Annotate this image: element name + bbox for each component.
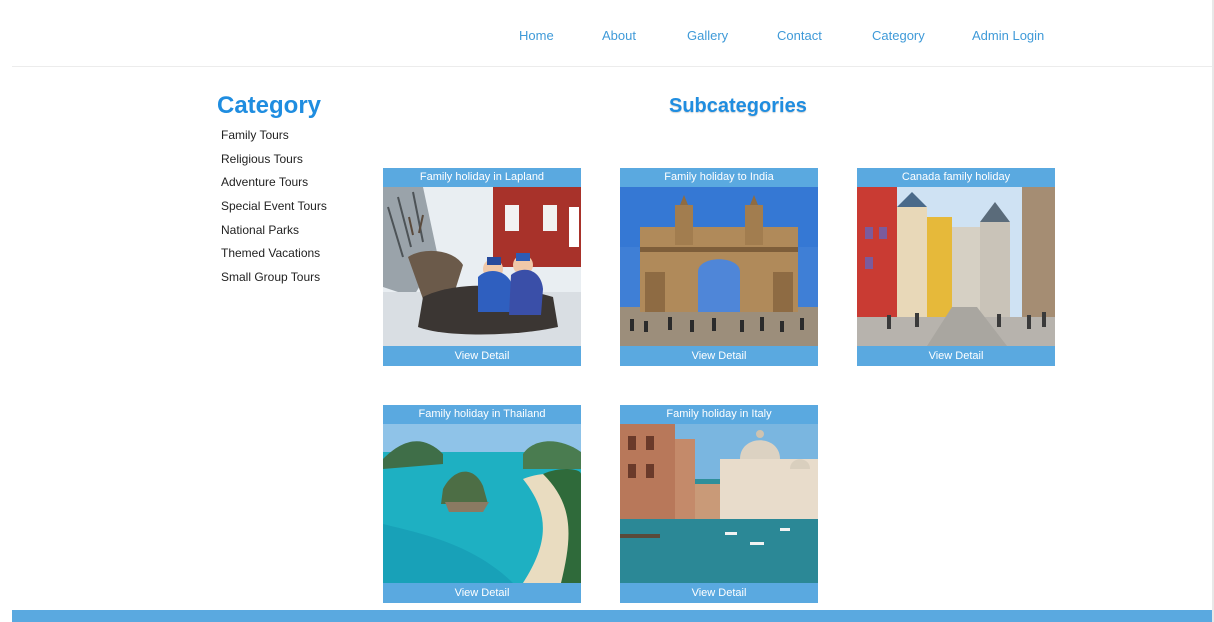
view-detail-button[interactable]: View Detail	[620, 583, 818, 603]
category-item-special-event-tours[interactable]: Special Event Tours	[221, 198, 327, 222]
category-item-adventure-tours[interactable]: Adventure Tours	[221, 174, 327, 198]
subcategory-card: Family holiday in Thailand View Detail	[383, 405, 581, 603]
nav-admin-login-link[interactable]: Admin Login	[972, 28, 1044, 43]
category-item-family-tours[interactable]: Family Tours	[221, 127, 327, 151]
category-item-themed-vacations[interactable]: Themed Vacations	[221, 245, 327, 269]
subcategory-card: Family holiday to India View Detail	[620, 168, 818, 366]
card-image-india[interactable]	[620, 187, 818, 346]
subcategory-card: Family holiday in Lapland View Detail	[383, 168, 581, 366]
card-image-italy[interactable]	[620, 424, 818, 583]
category-item-religious-tours[interactable]: Religious Tours	[221, 151, 327, 175]
category-item-small-group-tours[interactable]: Small Group Tours	[221, 269, 327, 293]
card-title: Family holiday to India	[664, 171, 774, 183]
card-image-lapland[interactable]	[383, 187, 581, 346]
page-title: Subcategories	[669, 95, 807, 117]
nav-gallery-link[interactable]: Gallery	[687, 28, 728, 43]
card-image-canada[interactable]	[857, 187, 1055, 346]
category-list: Family Tours Religious Tours Adventure T…	[221, 127, 327, 293]
card-title: Family holiday in Lapland	[419, 171, 545, 183]
view-detail-button[interactable]: View Detail	[857, 346, 1055, 366]
subcategory-card: Canada family holiday View Detail	[857, 168, 1055, 366]
nav-home-link[interactable]: Home	[519, 28, 554, 43]
subcategory-card: Family holiday in Italy View Detail	[620, 405, 818, 603]
header-divider	[12, 66, 1214, 67]
nav-about-link[interactable]: About	[602, 28, 636, 43]
card-title: Canada family holiday	[901, 171, 1011, 183]
view-detail-button[interactable]: View Detail	[383, 346, 581, 366]
view-detail-button[interactable]: View Detail	[620, 346, 818, 366]
nav-category-link[interactable]: Category	[872, 28, 925, 43]
sidebar-title: Category	[217, 92, 322, 119]
card-title: Family holiday in Thailand	[418, 408, 546, 420]
nav-contact-link[interactable]: Contact	[777, 28, 822, 43]
category-item-national-parks[interactable]: National Parks	[221, 222, 327, 246]
footer-bar	[12, 610, 1212, 622]
top-navigation: Home About Gallery Contact Category Admi…	[0, 0, 1214, 67]
card-image-thailand[interactable]	[383, 424, 581, 583]
card-title: Family holiday in Italy	[666, 408, 772, 420]
view-detail-button[interactable]: View Detail	[383, 583, 581, 603]
